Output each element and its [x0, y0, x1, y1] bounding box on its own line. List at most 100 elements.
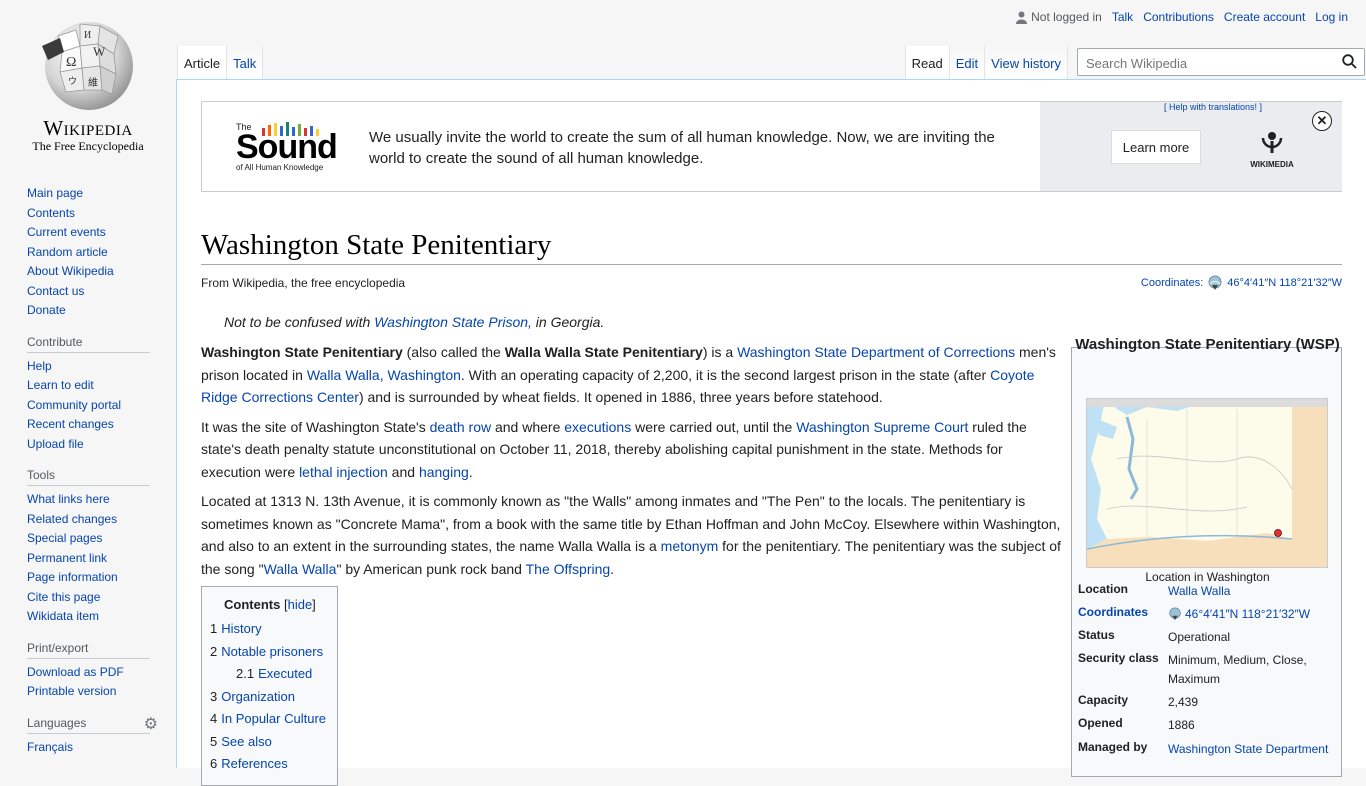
sidebar-item-label[interactable]: About Wikipedia — [27, 264, 114, 278]
sidebar-item-main-page[interactable]: Main page — [27, 184, 150, 204]
toc-link[interactable]: Organization — [221, 689, 295, 704]
talk-link[interactable]: Talk — [1112, 10, 1133, 24]
sidebar-item-label[interactable]: Random article — [27, 245, 108, 259]
toc-link[interactable]: References — [221, 756, 287, 771]
sidebar-item-label[interactable]: Cite this page — [27, 590, 100, 604]
help-translations-link[interactable]: [ Help with translations! ] — [1164, 102, 1262, 112]
toc-link[interactable]: Executed — [258, 666, 312, 681]
sidebar-item-label[interactable]: Wikidata item — [27, 609, 99, 623]
sidebar-item-label[interactable]: Printable version — [27, 684, 116, 698]
sidebar-item-special-pages[interactable]: Special pages — [27, 529, 150, 549]
sidebar-item-download-as-pdf[interactable]: Download as PDF — [27, 663, 150, 683]
sidebar-item-label[interactable]: Special pages — [27, 531, 102, 545]
contributions-link[interactable]: Contributions — [1143, 10, 1214, 24]
sidebar-item-help[interactable]: Help — [27, 357, 150, 377]
sidebar-item-label[interactable]: Main page — [27, 186, 83, 200]
sidebar-item-permanent-link[interactable]: Permanent link — [27, 549, 150, 569]
sidebar-item-what-links-here[interactable]: What links here — [27, 490, 150, 510]
coordinates-text[interactable]: 46°4′41″N 118°21′32″W — [1185, 607, 1310, 621]
link-doc[interactable]: Washington State Department of Correctio… — [737, 344, 1015, 360]
toc-link[interactable]: Notable prisoners — [221, 644, 323, 659]
toc-hide-link[interactable]: hide — [288, 597, 313, 612]
sidebar-item-label[interactable]: Recent changes — [27, 417, 114, 431]
log-in-link[interactable]: Log in — [1315, 10, 1348, 24]
sidebar-item-learn-to-edit[interactable]: Learn to edit — [27, 376, 150, 396]
sidebar-item-label[interactable]: What links here — [27, 492, 110, 506]
toc-item-notable-prisoners[interactable]: 2 Notable prisoners — [210, 641, 337, 664]
infobox-label: Security class — [1078, 651, 1159, 665]
tab-edit[interactable]: Edit — [949, 46, 986, 79]
sidebar-item-cite-this-page[interactable]: Cite this page — [27, 588, 150, 608]
infobox-value[interactable]: 46°4′41″N 118°21′32″W — [1168, 605, 1338, 624]
learn-more-button[interactable]: Learn more — [1111, 130, 1201, 164]
tab-talk[interactable]: Talk — [227, 46, 264, 79]
link-walla-walla[interactable]: Walla Walla, Washington — [307, 367, 461, 383]
sidebar-item-page-information[interactable]: Page information — [27, 568, 150, 588]
sidebar-item-label[interactable]: Help — [27, 359, 52, 373]
toc-item-executed[interactable]: 2.1 Executed — [210, 663, 337, 686]
infobox-value[interactable]: Walla Walla — [1168, 582, 1338, 601]
infobox-label: Status — [1078, 628, 1115, 642]
coordinates-value[interactable]: 46°4′41″N 118°21′32″W — [1227, 277, 1342, 289]
sidebar-item-random-article[interactable]: Random article — [27, 243, 150, 263]
sidebar-item-wikidata-item[interactable]: Wikidata item — [27, 607, 150, 627]
hatnote-text: Not to be confused with — [224, 314, 375, 330]
link-walla-walla-song[interactable]: Walla Walla — [264, 561, 337, 577]
toc-item-history[interactable]: 1 History — [210, 618, 337, 641]
toc-item-organization[interactable]: 3 Organization — [210, 686, 337, 709]
sidebar-item-label[interactable]: Donate — [27, 303, 66, 317]
tab-read[interactable]: Read — [904, 46, 950, 79]
toc-link[interactable]: History — [221, 621, 261, 636]
hatnote-link[interactable]: Washington State Prison, — [374, 314, 532, 330]
sidebar-item-label[interactable]: Upload file — [27, 437, 84, 451]
sidebar-item-label[interactable]: Français — [27, 740, 73, 754]
toc-item-see-also[interactable]: 5 See also — [210, 731, 337, 754]
sidebar-item-donate[interactable]: Donate — [27, 301, 150, 321]
toc-link[interactable]: See also — [221, 734, 272, 749]
sidebar-item-label[interactable]: Permanent link — [27, 551, 107, 565]
tab-view-history[interactable]: View history — [985, 46, 1068, 79]
gear-icon[interactable]: ⚙ — [144, 714, 158, 734]
infobox-value[interactable]: Washington State Department — [1168, 740, 1338, 759]
sidebar-item-current-events[interactable]: Current events — [27, 223, 150, 243]
link-offspring[interactable]: The Offspring — [526, 561, 611, 577]
search-icon[interactable] — [1342, 54, 1357, 74]
sidebar-item-label[interactable]: Contents — [27, 206, 75, 220]
sidebar-item-recent-changes[interactable]: Recent changes — [27, 415, 150, 435]
sidebar-item-label[interactable]: Contact us — [27, 284, 84, 298]
sidebar-item-label[interactable]: Download as PDF — [27, 665, 124, 679]
link-supreme-court[interactable]: Washington Supreme Court — [796, 419, 968, 435]
coordinates-label[interactable]: Coordinates: — [1141, 277, 1203, 289]
sidebar-item-label[interactable]: Learn to edit — [27, 378, 94, 392]
sidebar-item-contact-us[interactable]: Contact us — [27, 282, 150, 302]
wikipedia-logo[interactable]: Ω W И 維 ウ Wikipedia The Free Encyclopedi… — [0, 0, 176, 160]
sidebar-item-label[interactable]: Related changes — [27, 512, 117, 526]
link-death-row[interactable]: death row — [430, 419, 491, 435]
search-input[interactable] — [1084, 50, 1328, 76]
create-account-link[interactable]: Create account — [1224, 10, 1305, 24]
sidebar-item-upload-file[interactable]: Upload file — [27, 435, 150, 455]
link-executions[interactable]: executions — [564, 419, 631, 435]
wikimedia-icon — [1261, 132, 1283, 153]
sidebar-item-contents[interactable]: Contents — [27, 204, 150, 224]
location-marker — [1274, 529, 1282, 537]
sidebar-item-printable-version[interactable]: Printable version — [27, 682, 150, 702]
close-banner-button[interactable]: ✕ — [1312, 111, 1332, 131]
link-metonym[interactable]: metonym — [661, 538, 719, 554]
tab-article[interactable]: Article — [177, 46, 228, 79]
sidebar-item-label[interactable]: Current events — [27, 225, 106, 239]
sidebar-item-community-portal[interactable]: Community portal — [27, 396, 150, 416]
text: " by American punk rock band — [336, 560, 526, 577]
sidebar-item-label[interactable]: Community portal — [27, 398, 121, 412]
toc-item-references[interactable]: 6 References — [210, 753, 337, 776]
sidebar-item-about-wikipedia[interactable]: About Wikipedia — [27, 262, 150, 282]
sidebar-item-label[interactable]: Page information — [27, 570, 118, 584]
toc-link[interactable]: In Popular Culture — [221, 711, 326, 726]
infobox-label[interactable]: Coordinates — [1078, 605, 1168, 624]
link-hanging[interactable]: hanging — [419, 464, 469, 480]
link-lethal-injection[interactable]: lethal injection — [299, 464, 388, 480]
sidebar-item-fran-ais[interactable]: Français — [27, 738, 150, 758]
toc-item-in-popular-culture[interactable]: 4 In Popular Culture — [210, 708, 337, 731]
location-map[interactable] — [1086, 398, 1328, 568]
sidebar-item-related-changes[interactable]: Related changes — [27, 510, 150, 530]
